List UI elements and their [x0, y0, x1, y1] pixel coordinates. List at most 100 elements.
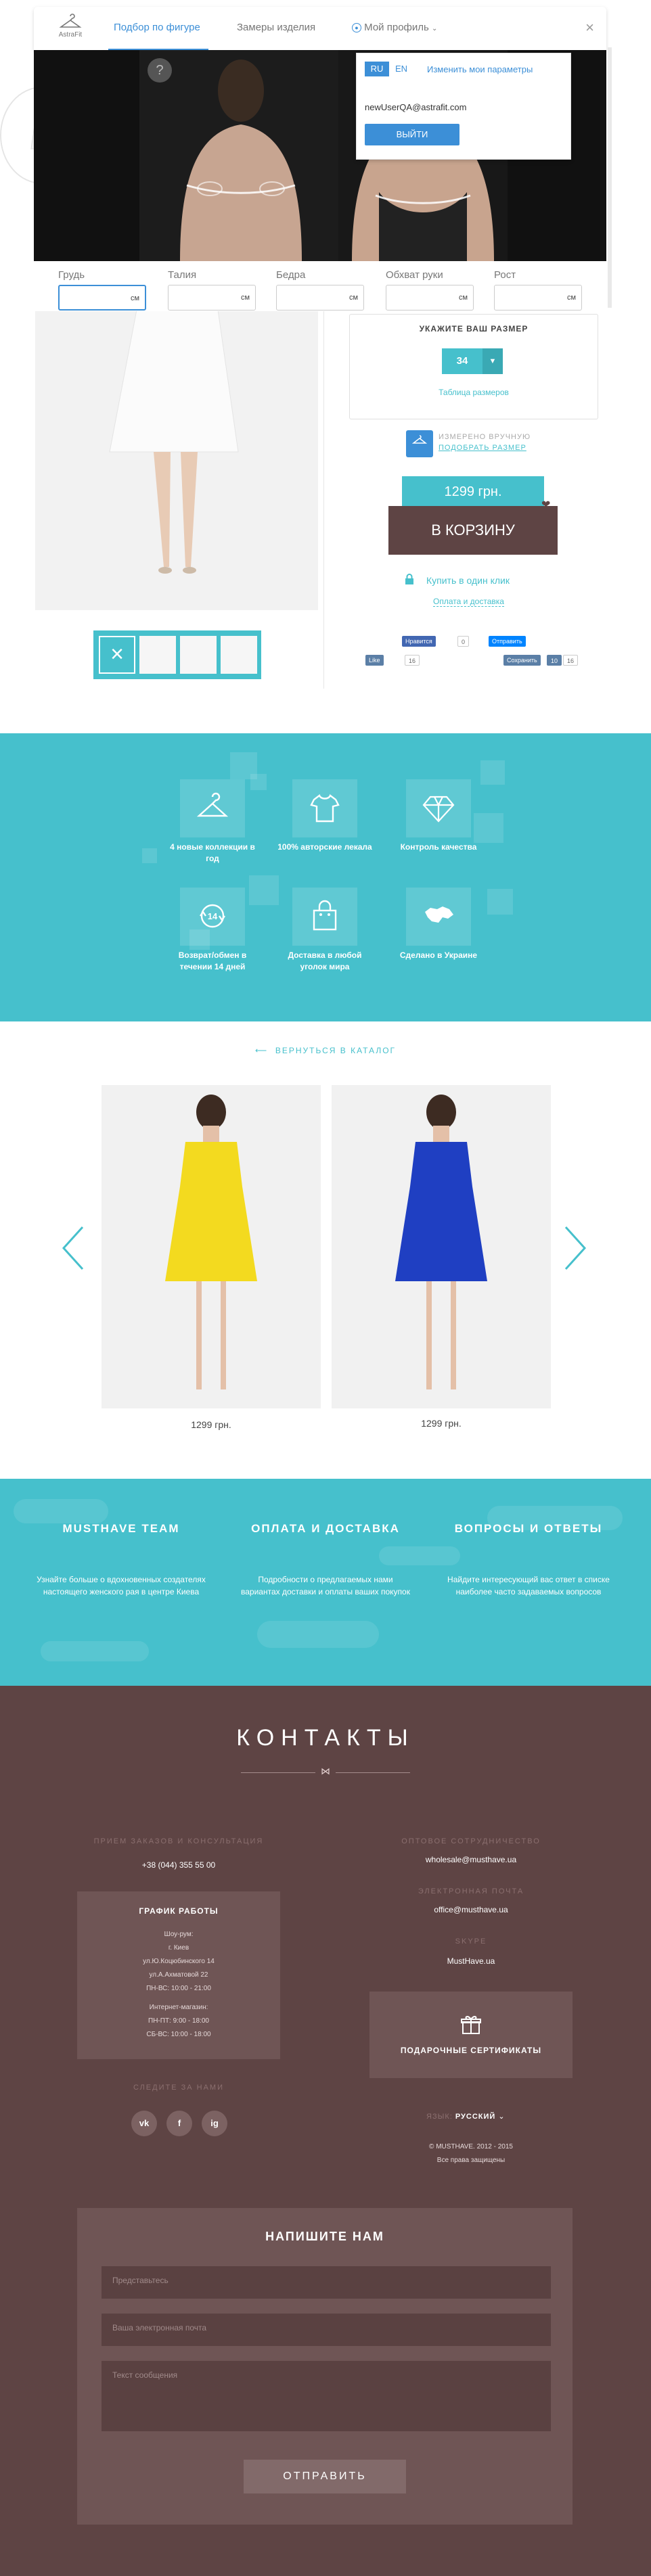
info-team[interactable]: MUSTHAVE TEAM Узнайте больше о вдохновен… [35, 1522, 207, 1598]
page: × УКАЖИТЕ ВАШ РАЗМЕР 34 ▼ Таблица размер… [0, 0, 651, 2576]
waist-input[interactable]: см [168, 285, 256, 310]
feature-return-text: Возврат/обмен в течении 14 дней [178, 950, 247, 971]
logo-text: AstraFit [58, 31, 83, 39]
return-14-icon: 14 [180, 888, 245, 946]
astrafit-icon[interactable] [406, 430, 433, 457]
feature-collections: 4 новые коллекции в год [165, 779, 260, 865]
tab-my-profile[interactable]: ● Мой профиль ⌄ [352, 22, 437, 33]
tab-fit-by-figure[interactable]: Подбор по фигуре [114, 22, 200, 33]
carousel-prev-icon[interactable] [60, 1224, 87, 1272]
vk-like-count: 16 [405, 655, 420, 666]
contacts-title: КОНТАКТЫ [236, 1725, 415, 1751]
related-price-2: 1299 грн. [421, 1418, 462, 1429]
thumbnail-1[interactable] [139, 636, 176, 674]
schedule-line: ПН-ПТ: 9:00 - 18:00 [148, 2017, 209, 2025]
rights: Все права защищены [436, 2157, 506, 2164]
size-table-link[interactable]: Таблица размеров [350, 388, 598, 397]
feature-return: 14 Возврат/обмен в течении 14 дней [165, 888, 260, 973]
astrafit-measured: ИЗМЕРЕНО ВРУЧНУЮ [439, 433, 531, 441]
profile-dropdown: RU EN Изменить мои параметры newUserQA@a… [356, 53, 571, 160]
save-button[interactable]: Сохранить [503, 655, 541, 666]
lang-en-button[interactable]: EN [389, 62, 413, 76]
product-main-photo[interactable] [35, 310, 318, 610]
heart-icon[interactable]: ❤ [541, 498, 550, 511]
field-height: Рост см [494, 269, 582, 310]
feature-ukraine-text: Сделано в Украине [399, 950, 478, 960]
facebook-icon[interactable]: f [166, 2111, 192, 2136]
height-unit: см [566, 294, 576, 302]
wholesale-email[interactable]: wholesale@musthave.ua [369, 1855, 573, 1864]
logout-button[interactable]: ВЫЙТИ [365, 124, 459, 145]
instagram-icon[interactable]: ig [202, 2111, 227, 2136]
feature-patterns-text: 100% авторские лекала [277, 842, 372, 852]
bust-unit: см [130, 294, 139, 302]
office-email[interactable]: office@musthave.ua [369, 1905, 573, 1914]
schedule-card: ГРАФИК РАБОТЫ Шоу-рум: г. Киев ул.Ю.Коцю… [77, 1891, 280, 2059]
schedule-line: ул.Ю.Коцюбинского 14 [143, 1958, 215, 1965]
info-faq-title: ВОПРОСЫ И ОТВЕТЫ [454, 1522, 603, 1535]
column-divider [323, 310, 324, 689]
messenger-send-button[interactable]: Отправить [489, 636, 526, 647]
fb-like-count: 0 [457, 636, 470, 647]
skype-value[interactable]: MustHave.ua [369, 1956, 573, 1966]
gift-certificates-button[interactable]: ПОДАРОЧНЫЕ СЕРТИФИКАТЫ [369, 1992, 573, 2078]
email-input[interactable]: Ваша электронная почта [102, 2314, 551, 2346]
chevron-down-icon: ▼ [482, 348, 503, 374]
size-select[interactable]: 34 ▼ [442, 348, 503, 374]
bust-input[interactable]: см [58, 285, 146, 310]
lang-ru-button[interactable]: RU [365, 62, 389, 76]
send-button[interactable]: ОТПРАВИТЬ [244, 2460, 406, 2493]
hips-label: Бедра [276, 269, 306, 281]
change-params-link[interactable]: Изменить мои параметры [427, 64, 533, 74]
related-product-yellow[interactable] [102, 1085, 321, 1408]
fb-like-button[interactable]: Нравится [402, 636, 436, 647]
info-payment[interactable]: ОПЛАТА И ДОСТАВКА Подробности о предлага… [240, 1522, 411, 1598]
ukraine-map-icon [406, 888, 471, 946]
help-icon[interactable]: ? [148, 58, 172, 83]
measurement-photo-back [139, 50, 338, 261]
language-select[interactable]: ЯЗЫК: РУССКИЙ ⌄ [426, 2112, 506, 2121]
vk-like-button[interactable]: Like [365, 655, 384, 666]
lock-icon [405, 574, 413, 584]
payment-delivery-link[interactable]: Оплата и доставка [433, 597, 504, 607]
widget-scrollbar[interactable] [608, 47, 612, 308]
thumbnail-close-icon[interactable]: × [99, 636, 135, 674]
save-count: 10 [547, 655, 562, 666]
message-input[interactable]: Текст сообщения [102, 2361, 551, 2431]
phone[interactable]: +38 (044) 355 55 00 [77, 1860, 280, 1870]
info-payment-title: ОПЛАТА И ДОСТАВКА [251, 1522, 400, 1535]
astrafit-pick-size-link[interactable]: ПОДОБРАТЬ РАЗМЕР [439, 444, 526, 452]
form-title: НАПИШИТЕ НАМ [265, 2230, 384, 2243]
add-to-cart-button[interactable]: В КОРЗИНУ [388, 506, 558, 555]
language-value: РУССКИЙ [455, 2113, 496, 2121]
wholesale-label: ОПТОВОЕ СОТРУДНИЧЕСТВО [401, 1837, 541, 1845]
hips-input[interactable]: см [276, 285, 364, 310]
schedule-line: ул.А.Ахматовой 22 [149, 1971, 208, 1979]
thumbnail-3[interactable] [221, 636, 257, 674]
widget-header: AstraFit Подбор по фигуре Замеры изделия… [34, 7, 606, 51]
name-input[interactable]: Представьтесь [102, 2266, 551, 2299]
height-input[interactable]: см [494, 285, 582, 310]
astrafit-logo: AstraFit [53, 14, 88, 43]
buy-one-click-link[interactable]: Купить в один клик [426, 575, 510, 586]
contact-form: НАПИШИТЕ НАМ Представьтесь Ваша электрон… [77, 2208, 573, 2525]
arrow-left-icon: ⟵ [254, 1046, 269, 1055]
info-faq[interactable]: ВОПРОСЫ И ОТВЕТЫ Найдите интересующий ва… [443, 1522, 614, 1598]
back-to-catalog-link[interactable]: ⟵ ВЕРНУТЬСЯ В КАТАЛОГ [0, 1046, 651, 1055]
user-email: newUserQA@astrafit.com [365, 102, 467, 112]
info-section: MUSTHAVE TEAM Узнайте больше о вдохновен… [0, 1479, 651, 1686]
close-icon[interactable]: × [585, 19, 594, 37]
size-value: 34 [456, 355, 468, 367]
thumbnail-2[interactable] [180, 636, 217, 674]
carousel-next-icon[interactable] [562, 1224, 589, 1272]
tab-garment-measurements[interactable]: Замеры изделия [237, 22, 315, 33]
schedule-line: СБ-ВС: 10:00 - 18:00 [146, 2031, 211, 2038]
vk-icon[interactable]: vk [131, 2111, 157, 2136]
price: 1299 грн. [402, 476, 544, 507]
gift-label: ПОДАРОЧНЫЕ СЕРТИФИКАТЫ [400, 2046, 542, 2055]
arm-input[interactable]: см [386, 285, 474, 310]
feature-collections-text: 4 новые коллекции в год [170, 842, 255, 863]
hips-unit: см [349, 294, 358, 302]
related-product-blue[interactable] [332, 1085, 551, 1408]
size-card: УКАЖИТЕ ВАШ РАЗМЕР 34 ▼ Таблица размеров [349, 314, 598, 419]
